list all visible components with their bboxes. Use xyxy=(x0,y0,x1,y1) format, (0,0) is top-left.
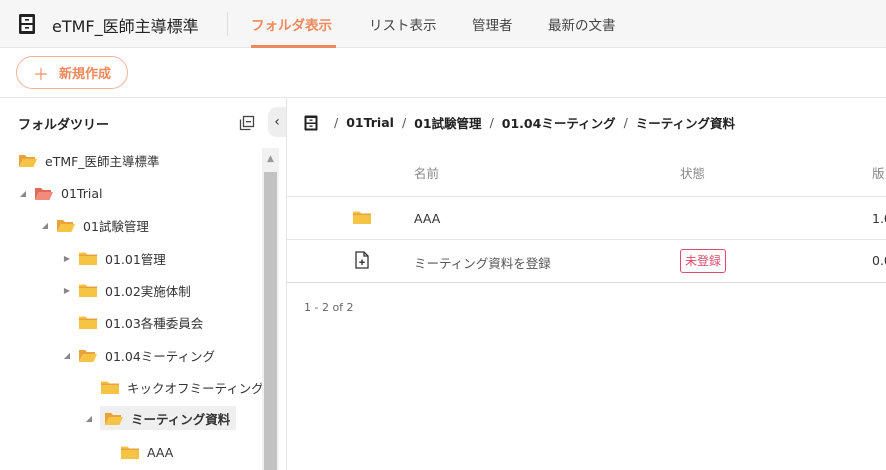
app-title: eTMF_医師主導標準 xyxy=(52,17,199,36)
breadcrumb-item[interactable]: 01試験管理 xyxy=(414,113,481,132)
table-header-divider xyxy=(287,196,886,197)
selected-node-highlight[interactable]: ミーティング資料 xyxy=(100,406,237,430)
folder-icon xyxy=(79,252,97,265)
folder-icon xyxy=(79,316,97,329)
folder-open-icon xyxy=(35,187,53,200)
tab-folder-view[interactable]: フォルダ表示 xyxy=(251,14,332,34)
cabinet-icon[interactable] xyxy=(304,115,318,131)
tree-node-label: キックオフミーティング xyxy=(127,380,262,396)
tree-node-01-trial-management[interactable]: ◢ 01試験管理 xyxy=(40,213,149,237)
row-version: 0.0 xyxy=(872,253,886,268)
tree-node-01-04[interactable]: ◢ 01.04ミーティング xyxy=(62,343,215,367)
tree-node-label: 01試験管理 xyxy=(83,218,149,234)
tab-admin[interactable]: 管理者 xyxy=(472,14,513,34)
tree-node-label: 01.04ミーティング xyxy=(105,348,216,364)
pagination-summary: 1 - 2 of 2 xyxy=(304,301,354,314)
tab-latest-documents[interactable]: 最新の文書 xyxy=(548,14,616,34)
new-create-button[interactable]: ＋ 新規作成 xyxy=(16,56,128,89)
tree-node-kickoff[interactable]: キックオフミーティング xyxy=(84,375,262,399)
row-version: 1.0 xyxy=(872,211,886,226)
folder-icon xyxy=(79,284,97,297)
app-header: eTMF_医師主導標準 フォルダ表示 リスト表示 管理者 最新の文書 xyxy=(0,0,886,48)
tree-node-01-03[interactable]: 01.03各種委員会 xyxy=(62,310,203,334)
scroll-up-arrow-icon[interactable]: ▲ xyxy=(262,150,279,168)
row-divider xyxy=(287,239,886,240)
tree-node-label: 01Trial xyxy=(61,185,103,201)
tree-node-01-01[interactable]: ▶ 01.01管理 xyxy=(62,246,166,270)
folder-open-icon xyxy=(57,219,75,232)
breadcrumb-separator: / xyxy=(489,115,494,130)
scrollbar-thumb[interactable] xyxy=(264,172,277,470)
expanded-arrow-icon[interactable]: ◢ xyxy=(62,351,72,360)
breadcrumb-item-current: ミーティング資料 xyxy=(635,116,736,131)
expanded-arrow-icon[interactable]: ◢ xyxy=(18,189,28,198)
status-badge: 未登録 xyxy=(680,249,727,273)
tab-list-view[interactable]: リスト表示 xyxy=(369,14,437,34)
folder-icon xyxy=(101,381,119,394)
plus-icon: ＋ xyxy=(32,64,49,84)
column-header-name[interactable]: 名前 xyxy=(414,163,439,182)
cabinet-icon[interactable] xyxy=(18,13,36,35)
new-create-label: 新規作成 xyxy=(59,67,112,82)
collapsed-arrow-icon[interactable]: ▶ xyxy=(62,286,72,295)
header-divider xyxy=(227,12,228,36)
expanded-arrow-icon[interactable]: ◢ xyxy=(40,221,50,230)
folder-open-icon xyxy=(105,412,123,425)
tree-node-label: ミーティング資料 xyxy=(131,411,231,427)
breadcrumb-separator: / xyxy=(623,115,628,130)
chevron-left-icon[interactable]: ‹ xyxy=(268,107,286,137)
tree-node-label: 01.01管理 xyxy=(105,251,166,267)
row-name[interactable]: ミーティング資料を登録 xyxy=(414,253,551,272)
collapsed-arrow-icon[interactable]: ▶ xyxy=(62,254,72,263)
row-name[interactable]: AAA xyxy=(414,211,440,226)
breadcrumb: / 01Trial / 01試験管理 / 01.04ミーティング / ミーティン… xyxy=(304,113,735,132)
active-tab-indicator xyxy=(251,45,336,48)
folder-tree: eTMF_医師主導標準 ◢ 01Trial ◢ 01試験管理 ▶ 01.01管理… xyxy=(0,142,262,470)
column-header-version[interactable]: 版 xyxy=(872,163,885,182)
folder-icon xyxy=(121,446,139,459)
breadcrumb-separator: / xyxy=(334,115,339,130)
tree-node-label: 01.02実施体制 xyxy=(105,283,191,299)
folder-open-icon xyxy=(79,349,97,362)
toolbar-divider xyxy=(0,97,886,98)
breadcrumb-item[interactable]: 01.04ミーティング xyxy=(502,113,616,132)
breadcrumb-item[interactable]: 01Trial xyxy=(346,115,394,130)
panel-divider xyxy=(286,98,287,470)
folder-icon[interactable] xyxy=(352,210,372,225)
breadcrumb-separator: / xyxy=(401,115,407,130)
collapse-all-icon[interactable] xyxy=(239,115,255,131)
row-divider xyxy=(287,282,886,283)
tree-node-01trial[interactable]: ◢ 01Trial xyxy=(18,181,103,205)
tree-node-aaa[interactable]: AAA xyxy=(104,440,173,464)
tree-node-meeting-materials[interactable]: ◢ ミーティング資料 xyxy=(84,406,237,430)
folder-open-icon xyxy=(19,154,37,167)
expanded-arrow-icon[interactable]: ◢ xyxy=(84,414,94,423)
column-header-status[interactable]: 状態 xyxy=(680,163,705,182)
tree-title: フォルダツリー xyxy=(18,118,110,133)
tree-node-01-02[interactable]: ▶ 01.02実施体制 xyxy=(62,278,191,302)
tree-node-root[interactable]: eTMF_医師主導標準 xyxy=(18,148,160,172)
document-add-icon[interactable] xyxy=(355,251,369,269)
tree-node-label: eTMF_医師主導標準 xyxy=(45,153,160,169)
tree-node-label: 01.03各種委員会 xyxy=(105,315,204,331)
tree-node-label: AAA xyxy=(147,444,174,460)
